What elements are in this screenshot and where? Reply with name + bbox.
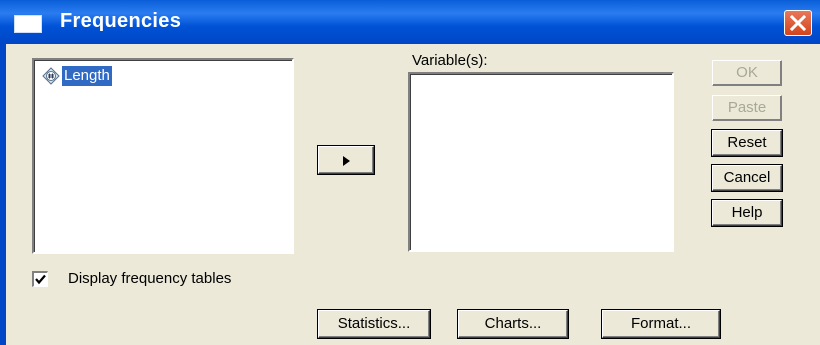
numeric-scale-variable-icon — [42, 67, 60, 85]
cancel-button[interactable]: Cancel — [712, 165, 782, 191]
statistics-button[interactable]: Statistics... — [318, 310, 430, 338]
reset-button-label: Reset — [727, 134, 767, 151]
format-button-label: Format... — [630, 315, 691, 332]
right-arrow-icon — [343, 156, 350, 166]
format-button[interactable]: Format... — [602, 310, 720, 338]
charts-button[interactable]: Charts... — [458, 310, 568, 338]
close-icon — [790, 15, 806, 31]
source-variable-list[interactable]: Length — [32, 58, 294, 254]
reset-button[interactable]: Reset — [712, 130, 782, 156]
ok-button-label: OK — [736, 64, 758, 81]
variables-label: Variable(s): — [412, 52, 488, 69]
help-button[interactable]: Help — [712, 200, 782, 226]
display-frequency-tables-label[interactable]: Display frequency tables — [68, 270, 231, 287]
close-button[interactable] — [784, 10, 812, 36]
paste-button-label: Paste — [727, 99, 767, 116]
move-to-variables-button[interactable] — [318, 146, 374, 174]
frequencies-dialog: Frequencies Length Variable(s): OK Paste… — [0, 0, 820, 345]
checkmark-icon — [35, 274, 46, 285]
cancel-button-label: Cancel — [723, 169, 771, 186]
window-title: Frequencies — [60, 10, 182, 32]
ok-button[interactable]: OK — [712, 60, 782, 86]
charts-button-label: Charts... — [484, 315, 542, 332]
paste-button[interactable]: Paste — [712, 95, 782, 121]
help-button-label: Help — [731, 204, 763, 221]
selected-variables-list[interactable] — [408, 72, 674, 252]
title-bar[interactable]: Frequencies — [0, 0, 820, 44]
variable-label: Length — [62, 66, 112, 86]
window-icon — [14, 15, 42, 33]
statistics-button-label: Statistics... — [337, 315, 411, 332]
display-frequency-tables-checkbox[interactable] — [32, 271, 48, 287]
window-frame-left — [0, 44, 6, 345]
